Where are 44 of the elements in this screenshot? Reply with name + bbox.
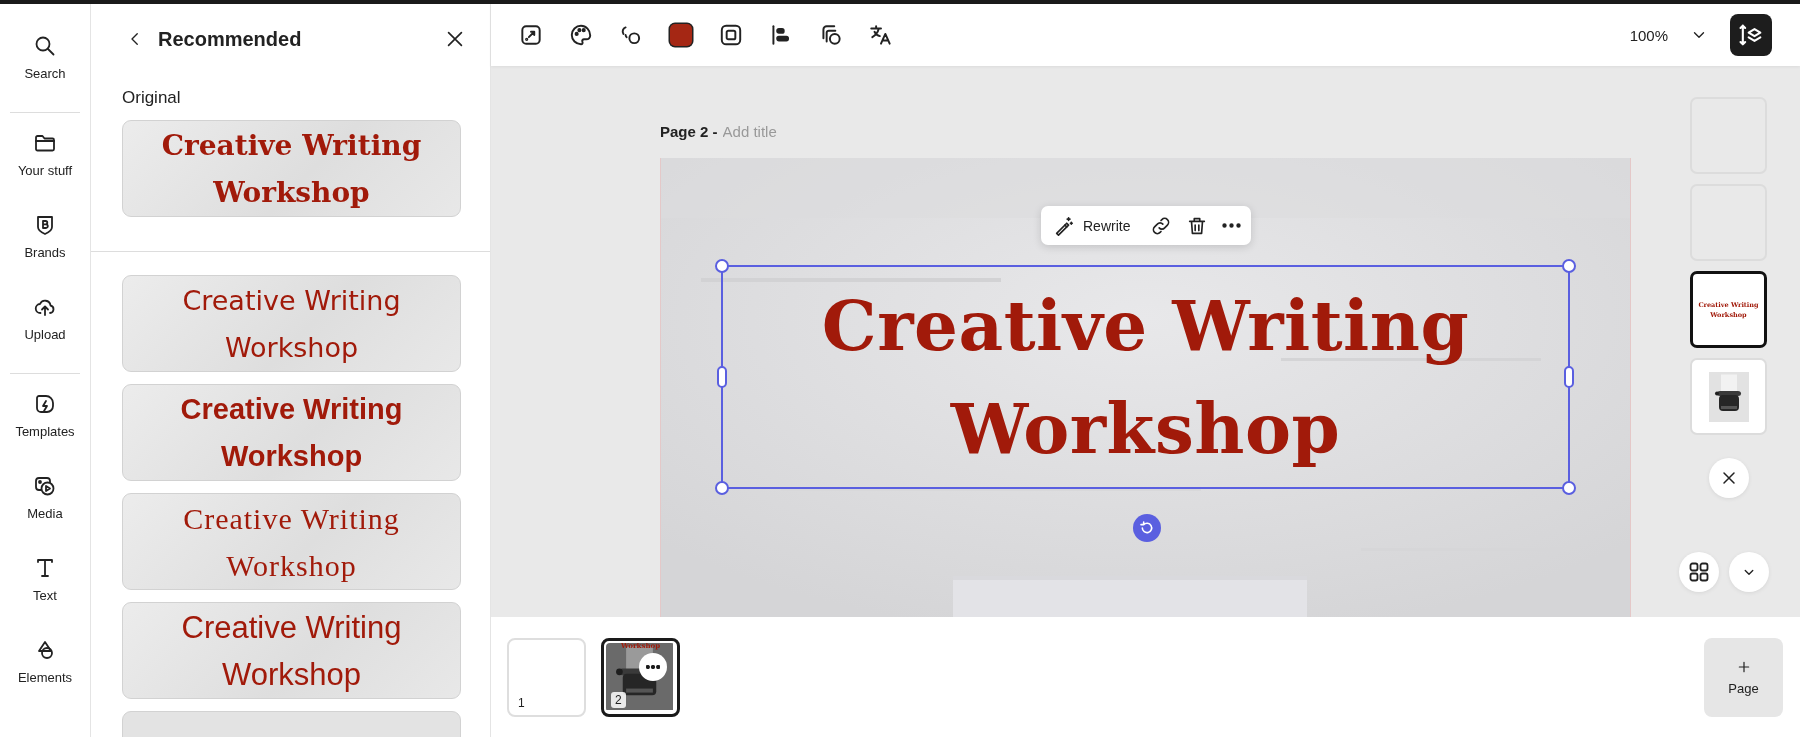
rail-item[interactable]: Text (2, 552, 88, 621)
font-style-card[interactable]: Creative Writing Workshop (122, 275, 461, 372)
font-style-card[interactable]: Creative Writing Workshop (122, 493, 461, 590)
search-icon (33, 34, 57, 58)
resize-icon (518, 22, 544, 48)
page-thumbnail[interactable]: 1 (507, 637, 586, 717)
rail-item[interactable]: Your stuff (2, 127, 88, 196)
rail-item[interactable]: Elements (2, 634, 88, 703)
palette-icon (568, 22, 594, 48)
rewrite-button[interactable]: Rewrite (1053, 214, 1131, 237)
grid-view-button[interactable] (1679, 552, 1719, 592)
rail-item[interactable]: Upload (2, 291, 88, 360)
section-label: Original (122, 88, 182, 108)
rail-item[interactable]: Media (2, 470, 88, 539)
border-icon (718, 22, 744, 48)
magic-pen-icon (1053, 214, 1075, 237)
zoom-dropdown[interactable]: 100% (1623, 20, 1714, 50)
rotate-icon (1139, 520, 1155, 536)
grid-icon (1687, 560, 1711, 584)
more-button[interactable] (1220, 221, 1244, 230)
rail-item[interactable]: Search (2, 30, 88, 99)
rail-item[interactable]: Brands (2, 209, 88, 278)
panel-title: Recommended (158, 27, 303, 51)
page-thumbnail[interactable] (1690, 358, 1767, 435)
more-icon (646, 664, 660, 669)
heading-text: Creative Writing Workshop (820, 284, 1471, 471)
more-icon (1222, 223, 1242, 228)
add-page-button[interactable]: Page (1704, 637, 1783, 717)
font-style-card[interactable]: Creative Writing Workshop (122, 602, 461, 699)
page-label: Page 2 - (660, 122, 718, 140)
font-style-card[interactable]: Creative Writing Workshop (122, 384, 461, 481)
tool-button[interactable] (868, 22, 894, 48)
resize-handle[interactable] (1564, 366, 1574, 388)
media-icon (33, 474, 57, 498)
tool-button[interactable] (718, 22, 744, 48)
template-icon (33, 392, 57, 416)
layers-button[interactable] (1730, 14, 1772, 56)
translate-icon (868, 22, 894, 48)
rail-item[interactable]: Templates (2, 388, 88, 457)
title-field[interactable]: Add title (722, 122, 813, 140)
tool-button[interactable] (568, 22, 594, 48)
tool-button[interactable] (518, 22, 544, 48)
font-style-card[interactable]: Creative Writing Workshop (122, 120, 461, 217)
resize-handle[interactable] (717, 366, 727, 388)
